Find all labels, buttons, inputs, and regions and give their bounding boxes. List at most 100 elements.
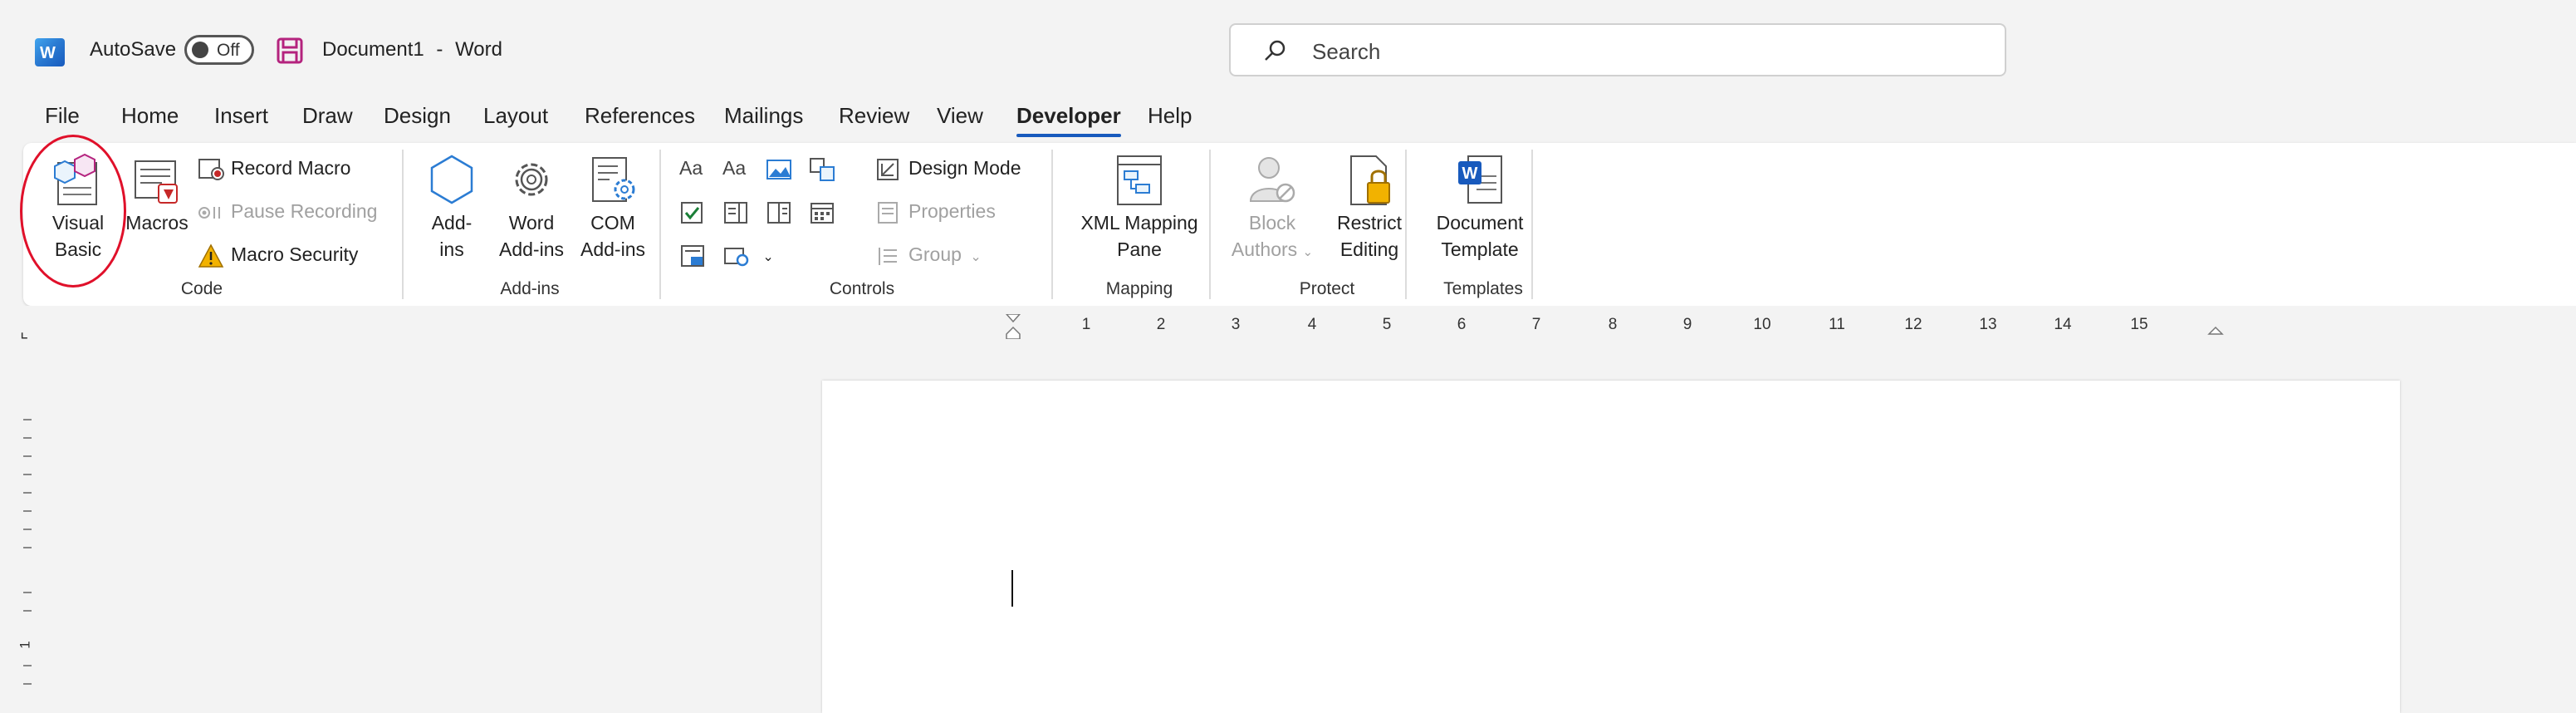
ruler-tick <box>23 665 32 666</box>
tab-file[interactable]: File <box>45 103 80 129</box>
group-label: Group <box>908 243 962 265</box>
tab-review[interactable]: Review <box>839 103 909 129</box>
properties-label: Properties <box>908 200 996 222</box>
ruler-number: 10 <box>1753 316 1771 333</box>
com-add-ins-button[interactable]: COM Add-ins <box>573 151 653 263</box>
visual-basic-label-1: Visual <box>51 212 105 234</box>
ruler-number: 7 <box>1531 316 1541 333</box>
record-macro-button[interactable]: Record Macro <box>198 153 350 183</box>
horizontal-ruler[interactable]: 1 2 3 4 5 6 7 8 9 10 11 12 13 14 15 <box>824 314 2385 339</box>
ruler-tick <box>23 529 32 530</box>
ruler-tick <box>23 683 32 685</box>
tab-selector-icon[interactable]: ⌞ <box>20 321 28 342</box>
tab-references[interactable]: References <box>585 103 695 129</box>
macros-button[interactable]: Macros <box>118 151 196 236</box>
tab-mailings[interactable]: Mailings <box>724 103 803 129</box>
pause-recording-icon <box>198 206 220 219</box>
visual-basic-label-2: Basic <box>54 238 102 260</box>
lock-icon <box>1350 155 1390 205</box>
pause-recording-label: Pause Recording <box>231 200 378 222</box>
rich-text-content-control-button[interactable]: Aa <box>679 153 713 183</box>
tab-insert[interactable]: Insert <box>214 103 268 129</box>
block-authors-icon <box>1249 157 1295 203</box>
document-name: Document1 <box>322 38 424 61</box>
record-macro-icon <box>198 158 224 180</box>
restrict-editing-label-2: Editing <box>1339 238 1399 260</box>
ruler-number: 5 <box>1382 316 1392 333</box>
ruler-tick <box>23 510 32 512</box>
group-separator <box>1405 150 1407 299</box>
chevron-down-icon: ⌄ <box>1302 245 1314 259</box>
search-input[interactable] <box>1310 37 1945 66</box>
ruler-tick <box>23 437 32 439</box>
block-authors-label-2-text: Authors <box>1231 238 1298 260</box>
picture-content-control-button[interactable] <box>766 153 801 183</box>
group-label-mapping: Mapping <box>1105 279 1173 298</box>
visual-basic-button[interactable]: Visual Basic <box>40 151 116 263</box>
legacy-tools-button[interactable]: ⌄ <box>722 239 774 269</box>
add-ins-button[interactable]: Add- ins <box>419 151 485 263</box>
restrict-editing-label-1: Restrict <box>1337 212 1402 234</box>
word-add-ins-label-2: Add-ins <box>499 238 564 260</box>
ruler-number: 6 <box>1457 316 1467 333</box>
plain-text-content-control-button[interactable]: Aa <box>722 153 756 183</box>
document-title: Document1 - Word <box>322 38 502 61</box>
combo-box-control-button[interactable] <box>722 196 757 226</box>
tab-draw[interactable]: Draw <box>302 103 353 129</box>
repeating-section-control-button[interactable] <box>679 239 714 269</box>
ruler-number: 12 <box>1904 316 1922 333</box>
text-cursor <box>1011 570 1013 607</box>
building-block-control-button[interactable] <box>809 153 844 183</box>
design-mode-label: Design Mode <box>908 157 1021 179</box>
add-ins-label-2: ins <box>439 238 464 260</box>
document-template-button[interactable]: W Document Template <box>1420 151 1540 263</box>
tab-developer[interactable]: Developer <box>1016 103 1121 137</box>
macro-security-label: Macro Security <box>231 243 359 265</box>
group-label-protect: Protect <box>1299 279 1355 298</box>
ruler-number: 13 <box>1979 316 1997 333</box>
group-label-templates: Templates <box>1443 279 1523 298</box>
chevron-down-icon: ⌄ <box>970 250 982 264</box>
ruler-number: 3 <box>1231 316 1241 333</box>
save-icon[interactable] <box>276 37 304 69</box>
ribbon-developer: Visual Basic Macros Record Macro Pause R… <box>23 143 2576 306</box>
group-separator <box>1531 150 1533 299</box>
toggle-knob <box>192 42 208 58</box>
tab-view[interactable]: View <box>937 103 983 129</box>
search-box[interactable] <box>1229 23 2006 76</box>
restrict-editing-button[interactable]: Restrict Editing <box>1324 151 1415 263</box>
document-template-icon: W <box>1458 155 1502 204</box>
vertical-ruler[interactable]: 1 <box>15 399 40 700</box>
tab-design[interactable]: Design <box>384 103 451 129</box>
document-template-label-1: Document <box>1436 212 1524 234</box>
tab-layout[interactable]: Layout <box>483 103 548 129</box>
group-icon <box>879 247 897 265</box>
add-ins-label-1: Add- <box>431 212 473 234</box>
ruler-number: 8 <box>1608 316 1618 333</box>
autosave-toggle[interactable]: Off <box>184 35 254 65</box>
macro-security-button[interactable]: Macro Security <box>198 239 358 269</box>
tab-help[interactable]: Help <box>1148 103 1192 129</box>
word-logo-icon[interactable]: W <box>35 38 65 66</box>
ruler-number: 1 <box>1081 316 1091 333</box>
tab-home[interactable]: Home <box>121 103 179 129</box>
pause-recording-button[interactable]: Pause Recording <box>198 196 377 226</box>
drop-down-list-control-button[interactable] <box>766 196 801 226</box>
drop-down-list-icon <box>767 201 791 224</box>
document-page[interactable] <box>822 381 2400 713</box>
check-box-control-button[interactable] <box>679 196 714 226</box>
picture-icon <box>766 159 791 179</box>
gear-icon <box>515 163 548 196</box>
block-authors-button[interactable]: Block Authors ⌄ <box>1222 151 1322 266</box>
xml-mapping-pane-button[interactable]: XML Mapping Pane <box>1066 151 1212 263</box>
app-name: Word <box>455 38 502 61</box>
group-button[interactable]: Group ⌄ <box>875 239 982 269</box>
group-separator <box>1051 150 1053 299</box>
xml-mapping-label-1: XML Mapping <box>1080 212 1198 234</box>
design-mode-button[interactable]: Design Mode <box>875 153 1021 183</box>
properties-button[interactable]: Properties <box>875 196 996 226</box>
com-add-ins-label-1: COM <box>590 212 635 234</box>
macros-label: Macros <box>125 212 189 234</box>
word-add-ins-button[interactable]: Word Add-ins <box>490 151 573 263</box>
date-picker-control-button[interactable] <box>809 196 844 226</box>
